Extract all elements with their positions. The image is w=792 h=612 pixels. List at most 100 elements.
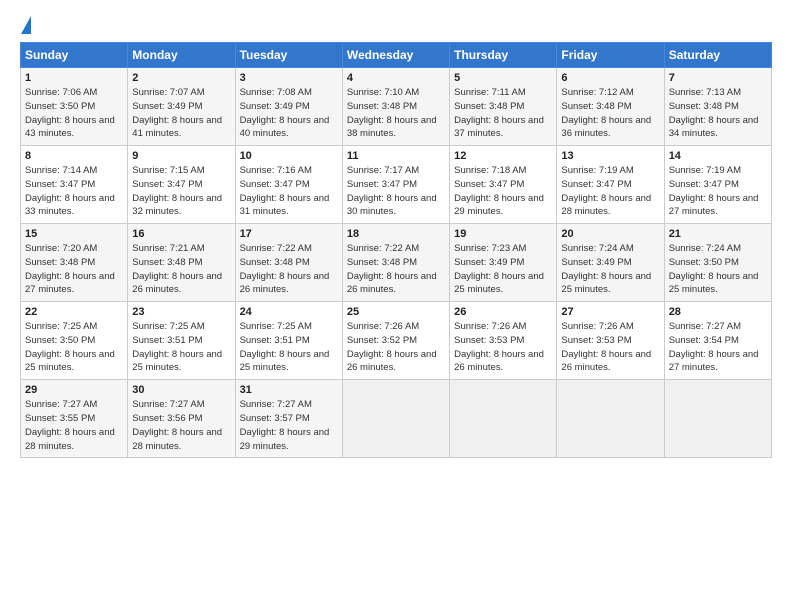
day-detail: Sunrise: 7:12 AMSunset: 3:48 PMDaylight:… [561, 87, 651, 139]
day-detail: Sunrise: 7:27 AMSunset: 3:57 PMDaylight:… [240, 399, 330, 451]
calendar-cell: 8 Sunrise: 7:14 AMSunset: 3:47 PMDaylight… [21, 146, 128, 224]
day-number: 24 [240, 306, 338, 318]
day-number: 18 [347, 228, 445, 240]
calendar-cell: 3Sunrise: 7:08 AMSunset: 3:49 PMDaylight… [235, 68, 342, 146]
calendar-cell [342, 380, 449, 458]
day-number: 12 [454, 150, 552, 162]
day-number: 7 [669, 72, 767, 84]
day-number: 2 [132, 72, 230, 84]
weekday-header-wednesday: Wednesday [342, 43, 449, 68]
calendar-cell: 26Sunrise: 7:26 AMSunset: 3:53 PMDayligh… [450, 302, 557, 380]
day-number: 4 [347, 72, 445, 84]
day-detail: Sunrise: 7:19 AMSunset: 3:47 PMDaylight:… [669, 165, 759, 217]
day-detail: Sunrise: 7:13 AMSunset: 3:48 PMDaylight:… [669, 87, 759, 139]
day-number: 8 [25, 150, 123, 162]
calendar-week-row: 22Sunrise: 7:25 AMSunset: 3:50 PMDayligh… [21, 302, 772, 380]
calendar-cell: 7 Sunrise: 7:13 AMSunset: 3:48 PMDaylight… [664, 68, 771, 146]
day-number: 15 [25, 228, 123, 240]
day-number: 19 [454, 228, 552, 240]
day-detail: Sunrise: 7:11 AMSunset: 3:48 PMDaylight:… [454, 87, 544, 139]
calendar-cell: 23 Sunrise: 7:25 AMSunset: 3:51 PMDayligh… [128, 302, 235, 380]
day-number: 28 [669, 306, 767, 318]
day-detail: Sunrise: 7:15 AMSunset: 3:47 PMDaylight:… [132, 165, 222, 217]
weekday-header-friday: Friday [557, 43, 664, 68]
page: SundayMondayTuesdayWednesdayThursdayFrid… [0, 0, 792, 612]
day-detail: Sunrise: 7:26 AMSunset: 3:52 PMDaylight:… [347, 321, 437, 373]
day-detail: Sunrise: 7:18 AMSunset: 3:47 PMDaylight:… [454, 165, 544, 217]
day-number: 1 [25, 72, 123, 84]
weekday-header-sunday: Sunday [21, 43, 128, 68]
day-number: 17 [240, 228, 338, 240]
calendar-cell [450, 380, 557, 458]
calendar-week-row: 15 Sunrise: 7:20 AMSunset: 3:48 PMDayligh… [21, 224, 772, 302]
calendar-cell: 12 Sunrise: 7:18 AMSunset: 3:47 PMDayligh… [450, 146, 557, 224]
day-number: 14 [669, 150, 767, 162]
logo-triangle-icon [21, 16, 31, 34]
day-detail: Sunrise: 7:07 AMSunset: 3:49 PMDaylight:… [132, 87, 222, 139]
calendar-cell: 1Sunrise: 7:06 AMSunset: 3:50 PMDaylight… [21, 68, 128, 146]
calendar-cell: 21 Sunrise: 7:24 AMSunset: 3:50 PMDayligh… [664, 224, 771, 302]
weekday-header-saturday: Saturday [664, 43, 771, 68]
day-number: 5 [454, 72, 552, 84]
day-number: 20 [561, 228, 659, 240]
day-number: 25 [347, 306, 445, 318]
day-number: 16 [132, 228, 230, 240]
logo-text [20, 16, 31, 36]
day-detail: Sunrise: 7:14 AMSunset: 3:47 PMDaylight:… [25, 165, 115, 217]
day-detail: Sunrise: 7:24 AMSunset: 3:50 PMDaylight:… [669, 243, 759, 295]
calendar-cell: 14 Sunrise: 7:19 AMSunset: 3:47 PMDayligh… [664, 146, 771, 224]
calendar-cell: 16 Sunrise: 7:21 AMSunset: 3:48 PMDayligh… [128, 224, 235, 302]
logo [20, 16, 31, 36]
day-detail: Sunrise: 7:27 AMSunset: 3:54 PMDaylight:… [669, 321, 759, 373]
calendar-cell: 17 Sunrise: 7:22 AMSunset: 3:48 PMDayligh… [235, 224, 342, 302]
calendar-cell: 6 Sunrise: 7:12 AMSunset: 3:48 PMDaylight… [557, 68, 664, 146]
day-number: 10 [240, 150, 338, 162]
calendar-cell: 22Sunrise: 7:25 AMSunset: 3:50 PMDayligh… [21, 302, 128, 380]
day-detail: Sunrise: 7:26 AMSunset: 3:53 PMDaylight:… [454, 321, 544, 373]
day-detail: Sunrise: 7:19 AMSunset: 3:47 PMDaylight:… [561, 165, 651, 217]
calendar-cell: 5 Sunrise: 7:11 AMSunset: 3:48 PMDaylight… [450, 68, 557, 146]
day-number: 21 [669, 228, 767, 240]
calendar-cell [557, 380, 664, 458]
day-detail: Sunrise: 7:26 AMSunset: 3:53 PMDaylight:… [561, 321, 651, 373]
calendar-cell: 19 Sunrise: 7:23 AMSunset: 3:49 PMDayligh… [450, 224, 557, 302]
day-detail: Sunrise: 7:23 AMSunset: 3:49 PMDaylight:… [454, 243, 544, 295]
calendar-cell: 9 Sunrise: 7:15 AMSunset: 3:47 PMDaylight… [128, 146, 235, 224]
calendar-cell: 29 Sunrise: 7:27 AMSunset: 3:55 PMDayligh… [21, 380, 128, 458]
day-detail: Sunrise: 7:25 AMSunset: 3:51 PMDaylight:… [240, 321, 330, 373]
calendar-week-row: 1Sunrise: 7:06 AMSunset: 3:50 PMDaylight… [21, 68, 772, 146]
day-number: 9 [132, 150, 230, 162]
calendar-cell: 30Sunrise: 7:27 AMSunset: 3:56 PMDayligh… [128, 380, 235, 458]
day-detail: Sunrise: 7:08 AMSunset: 3:49 PMDaylight:… [240, 87, 330, 139]
day-number: 11 [347, 150, 445, 162]
weekday-header-monday: Monday [128, 43, 235, 68]
day-detail: Sunrise: 7:27 AMSunset: 3:55 PMDaylight:… [25, 399, 115, 451]
day-number: 23 [132, 306, 230, 318]
calendar-cell: 20Sunrise: 7:24 AMSunset: 3:49 PMDayligh… [557, 224, 664, 302]
weekday-header-tuesday: Tuesday [235, 43, 342, 68]
calendar-cell: 15 Sunrise: 7:20 AMSunset: 3:48 PMDayligh… [21, 224, 128, 302]
calendar-cell [664, 380, 771, 458]
calendar-week-row: 8 Sunrise: 7:14 AMSunset: 3:47 PMDaylight… [21, 146, 772, 224]
calendar-cell: 25 Sunrise: 7:26 AMSunset: 3:52 PMDayligh… [342, 302, 449, 380]
calendar-cell: 10 Sunrise: 7:16 AMSunset: 3:47 PMDayligh… [235, 146, 342, 224]
day-number: 6 [561, 72, 659, 84]
day-detail: Sunrise: 7:17 AMSunset: 3:47 PMDaylight:… [347, 165, 437, 217]
day-number: 31 [240, 384, 338, 396]
calendar-cell: 27Sunrise: 7:26 AMSunset: 3:53 PMDayligh… [557, 302, 664, 380]
day-detail: Sunrise: 7:10 AMSunset: 3:48 PMDaylight:… [347, 87, 437, 139]
day-number: 13 [561, 150, 659, 162]
calendar-cell: 4 Sunrise: 7:10 AMSunset: 3:48 PMDaylight… [342, 68, 449, 146]
day-number: 29 [25, 384, 123, 396]
calendar-cell: 24 Sunrise: 7:25 AMSunset: 3:51 PMDayligh… [235, 302, 342, 380]
day-detail: Sunrise: 7:20 AMSunset: 3:48 PMDaylight:… [25, 243, 115, 295]
day-detail: Sunrise: 7:22 AMSunset: 3:48 PMDaylight:… [240, 243, 330, 295]
header [20, 16, 772, 36]
calendar-cell: 11 Sunrise: 7:17 AMSunset: 3:47 PMDayligh… [342, 146, 449, 224]
calendar-cell: 18Sunrise: 7:22 AMSunset: 3:48 PMDayligh… [342, 224, 449, 302]
day-detail: Sunrise: 7:16 AMSunset: 3:47 PMDaylight:… [240, 165, 330, 217]
calendar-cell: 28 Sunrise: 7:27 AMSunset: 3:54 PMDayligh… [664, 302, 771, 380]
calendar-week-row: 29 Sunrise: 7:27 AMSunset: 3:55 PMDayligh… [21, 380, 772, 458]
day-detail: Sunrise: 7:25 AMSunset: 3:51 PMDaylight:… [132, 321, 222, 373]
day-detail: Sunrise: 7:21 AMSunset: 3:48 PMDaylight:… [132, 243, 222, 295]
